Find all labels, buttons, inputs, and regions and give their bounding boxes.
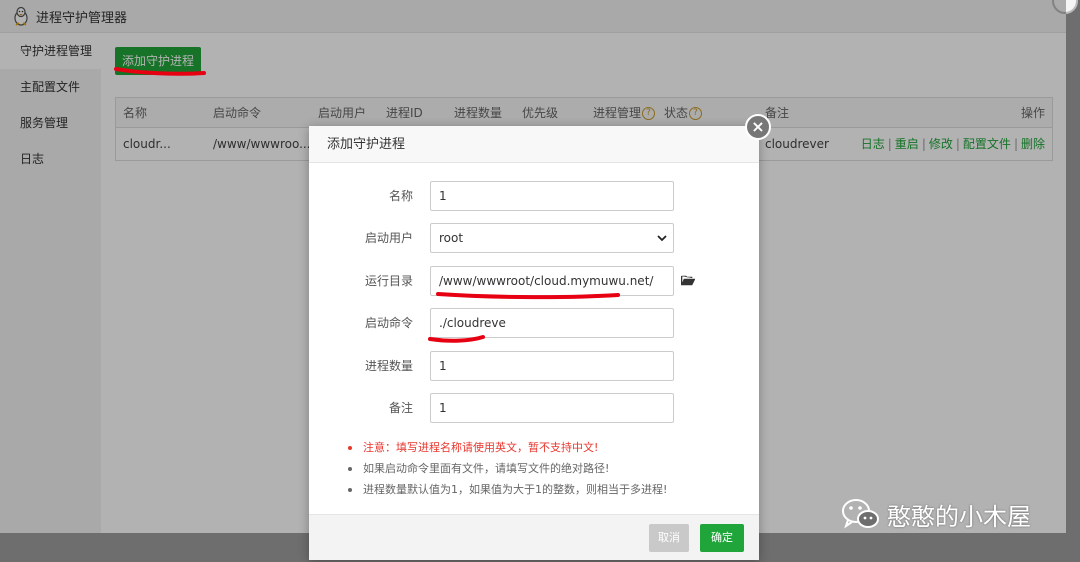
command-input[interactable]: [430, 308, 674, 338]
watermark-text: 憨憨的小木屋: [887, 502, 1031, 531]
dir-label: 运行目录: [364, 274, 413, 288]
user-label: 启动用户: [364, 231, 413, 245]
confirm-button[interactable]: 确定: [700, 524, 744, 552]
name-input[interactable]: [430, 181, 674, 211]
note-item: 进程数量默认值为1，如果值为大于1的整数，则相当于多进程!: [346, 479, 746, 500]
count-input[interactable]: [430, 351, 674, 381]
wechat-icon: [842, 499, 879, 529]
user-select[interactable]: root: [430, 223, 674, 253]
count-label: 进程数量: [364, 359, 413, 373]
user-row: 启动用户 root: [309, 223, 759, 253]
command-row: 启动命令: [309, 308, 759, 338]
name-label: 名称: [388, 189, 413, 203]
remark-input[interactable]: [430, 393, 674, 423]
add-daemon-dialog: 添加守护进程 × 名称 启动用户 root 运行目录 启动命令 进程数量 备注 …: [309, 114, 771, 560]
remark-label: 备注: [388, 401, 413, 415]
dialog-close-icon[interactable]: ×: [745, 114, 771, 140]
count-row: 进程数量: [309, 351, 759, 381]
dialog-footer: 取消 确定: [309, 514, 759, 560]
cancel-button[interactable]: 取消: [649, 524, 689, 552]
note-item: 如果启动命令里面有文件，请填写文件的绝对路径!: [346, 458, 746, 479]
remark-row: 备注: [309, 393, 759, 423]
name-row: 名称: [309, 181, 759, 211]
chevron-down-icon: [657, 235, 667, 242]
folder-open-icon[interactable]: [681, 274, 695, 286]
note-warning: 注意：填写进程名称请使用英文，暂不支持中文!: [346, 437, 746, 458]
dialog-title: 添加守护进程: [309, 126, 759, 163]
dir-row: 运行目录: [309, 266, 759, 296]
dir-input[interactable]: [430, 266, 674, 296]
watermark: 憨憨的小木屋: [841, 497, 1031, 531]
user-select-value: root: [439, 231, 464, 245]
help-notes: 注意：填写进程名称请使用英文，暂不支持中文! 如果启动命令里面有文件，请填写文件…: [346, 437, 746, 500]
command-label: 启动命令: [364, 316, 413, 330]
